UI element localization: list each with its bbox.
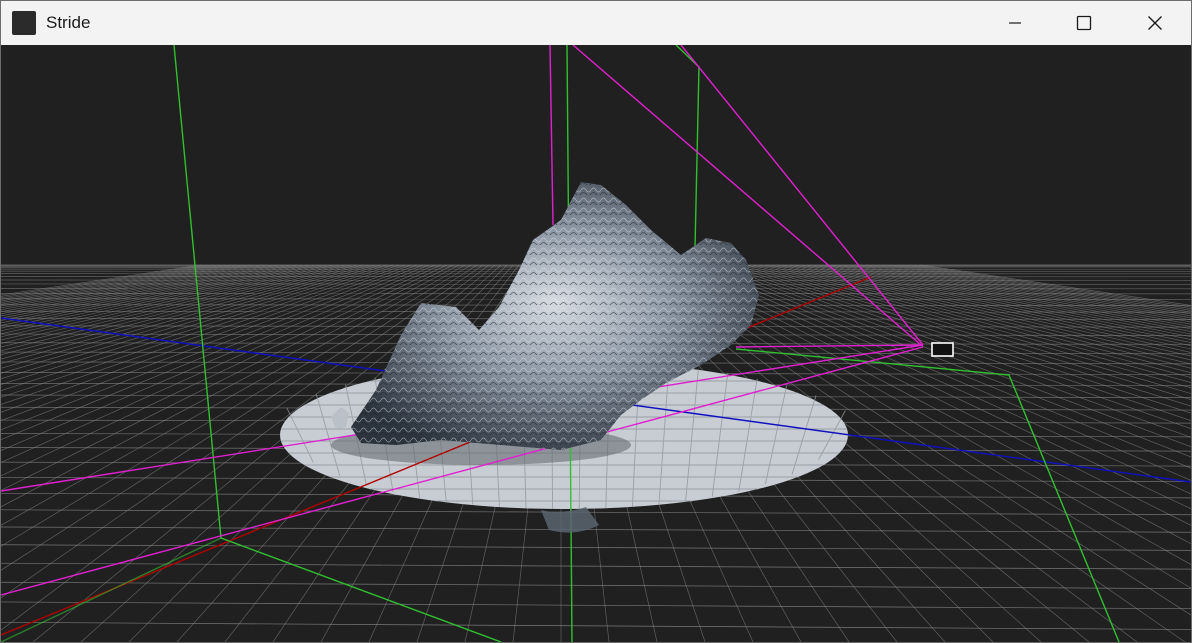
window-title: Stride <box>46 13 91 32</box>
3d-viewport[interactable] <box>1 45 1191 642</box>
close-icon <box>1148 16 1162 30</box>
maximize-icon <box>1076 15 1092 31</box>
app-icon <box>12 11 36 35</box>
minimize-icon <box>1009 22 1021 24</box>
maximize-button[interactable] <box>1061 1 1107 45</box>
close-button[interactable] <box>1132 1 1178 45</box>
scene-canvas[interactable] <box>1 45 1191 642</box>
title-bar[interactable]: Stride <box>1 1 1191 45</box>
minimize-button[interactable] <box>992 1 1038 45</box>
app-window: Stride <box>0 0 1192 643</box>
camera-gizmo-icon[interactable] <box>931 342 954 357</box>
